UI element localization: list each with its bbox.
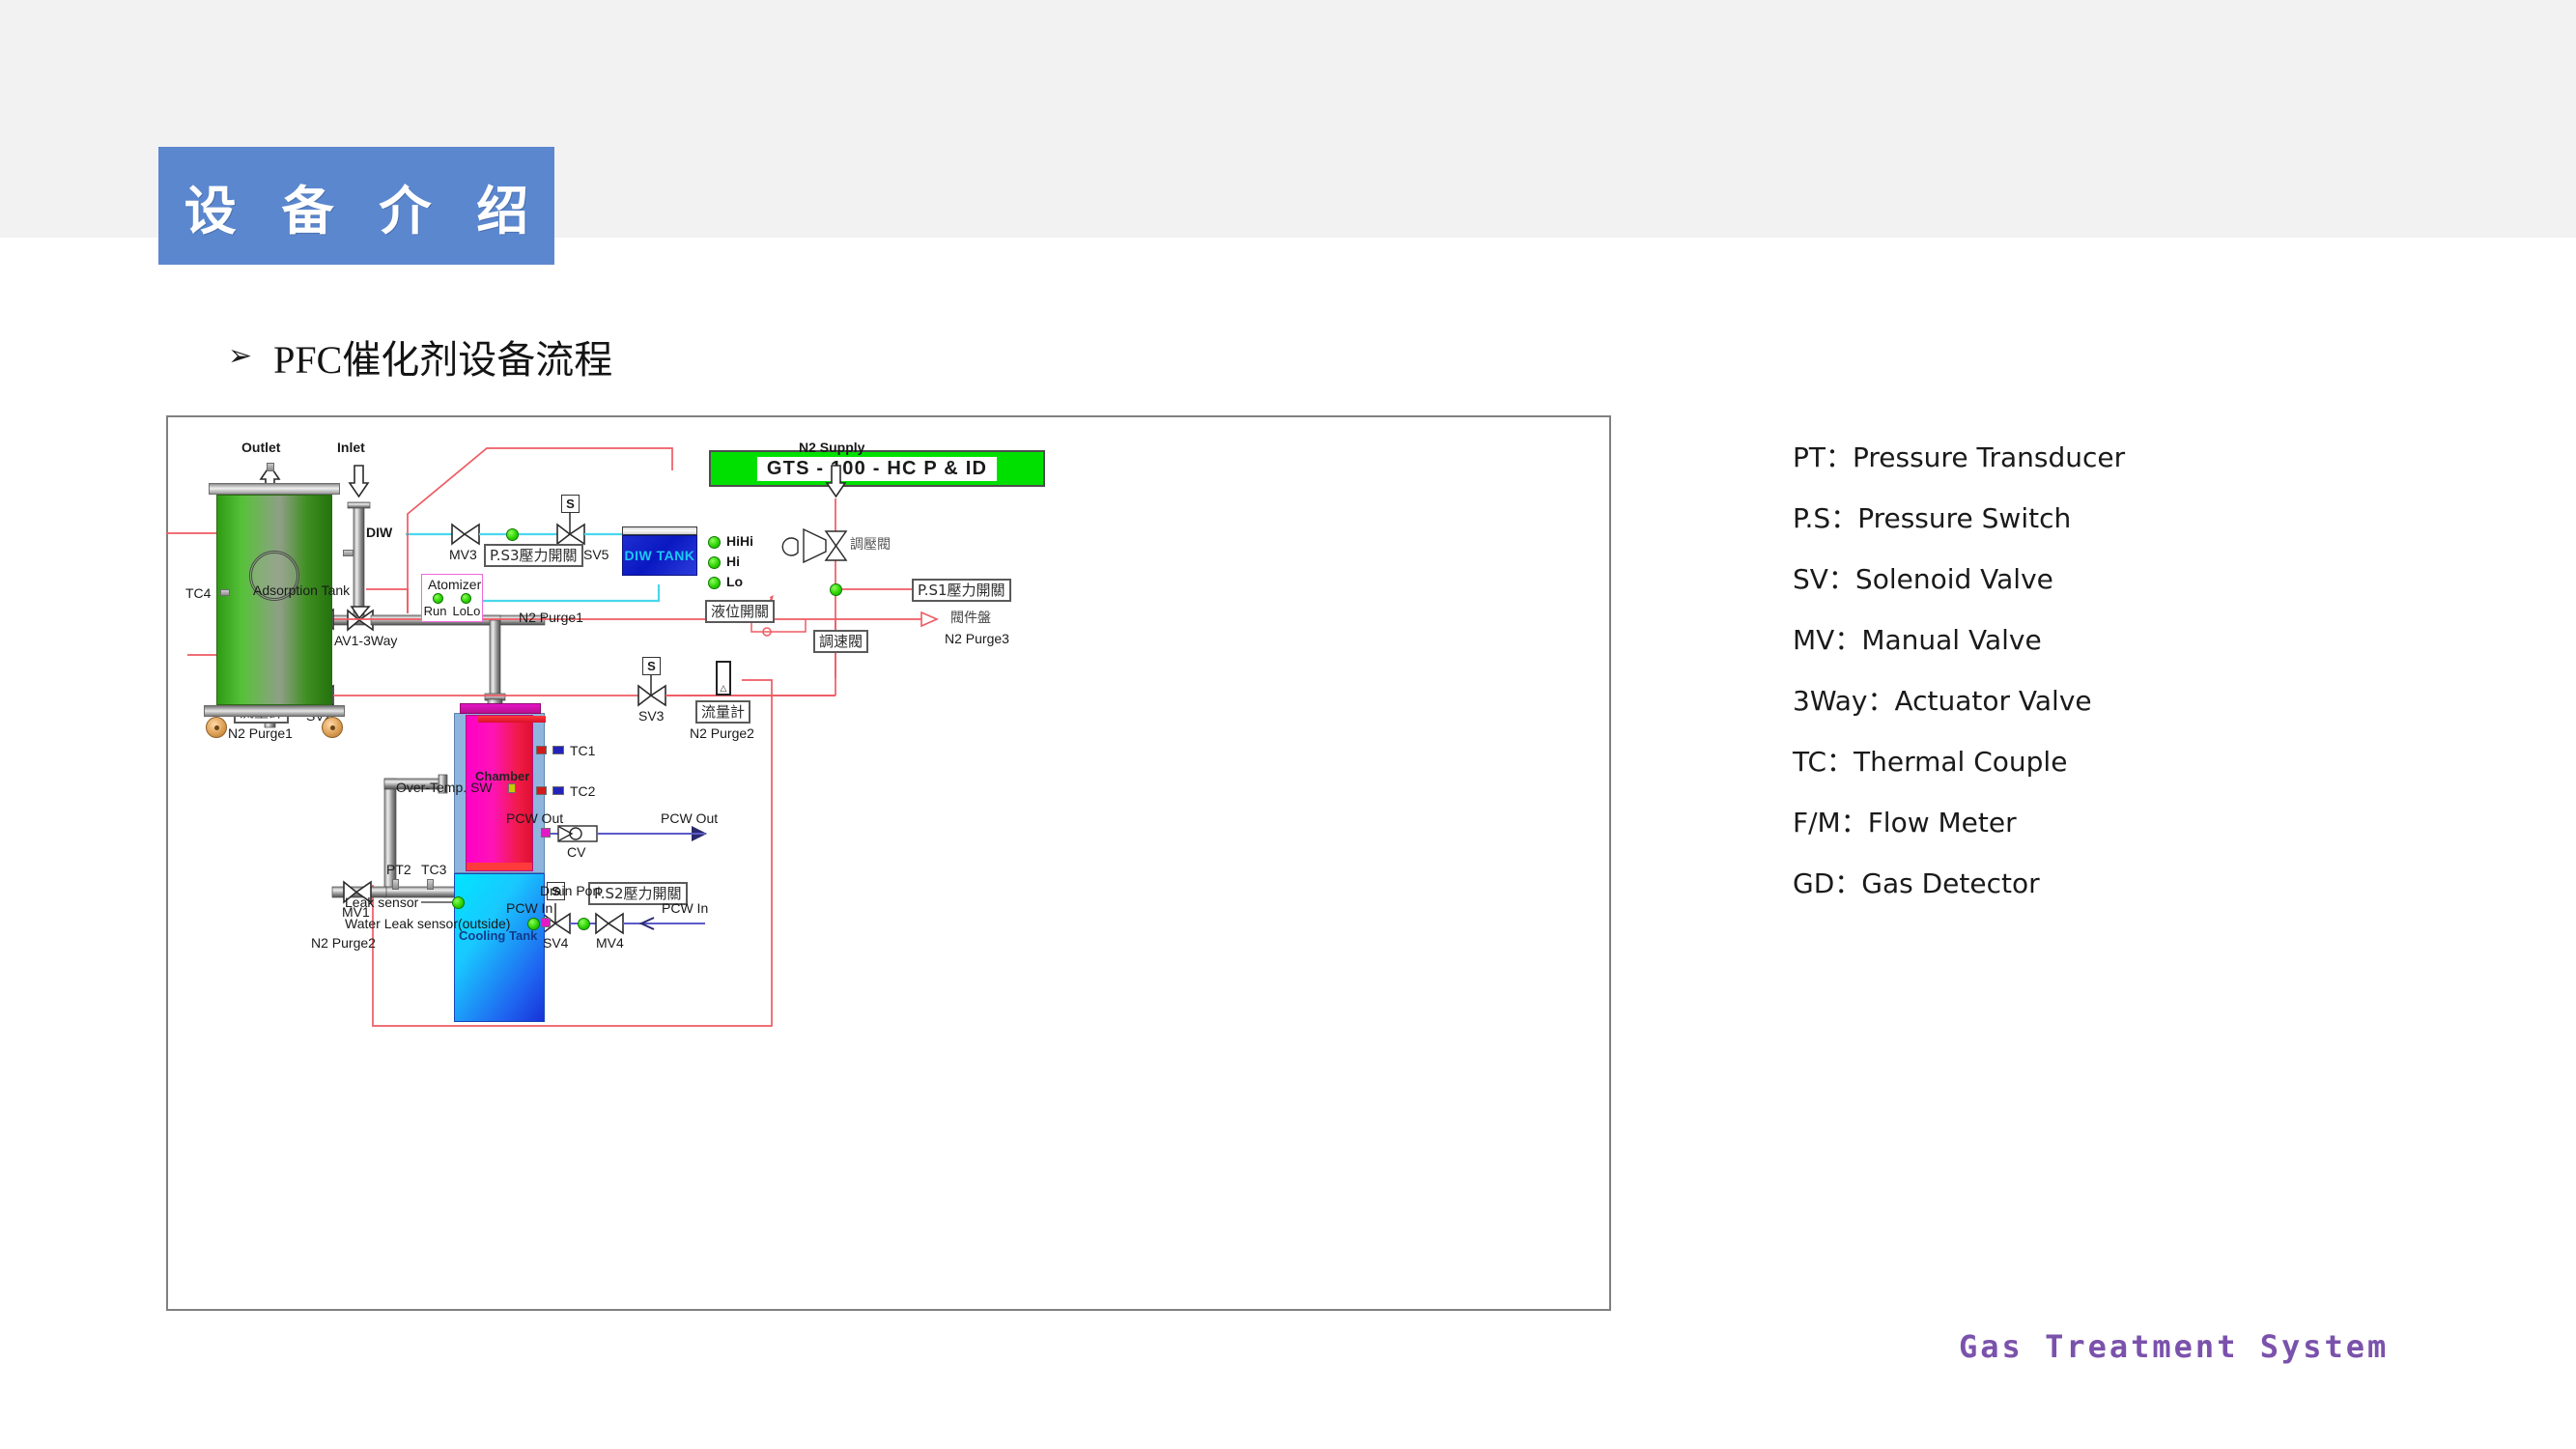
label-n2-purge1-line: N2 Purge1 [519,610,583,625]
label-diw: DIW [366,525,393,540]
legend-list: PT：Pressure Transducer P.S：Pressure Swit… [1793,437,2125,923]
tag-flow-meter-2: 流量計 [695,700,751,724]
lamp-ps1 [830,583,842,596]
label-tc2: TC2 [570,783,596,799]
label-lo: Lo [726,574,744,589]
label-water-leak-sensor: Water Leak sensor(outside) [345,916,511,931]
lamp-atomizer-lolo [461,593,471,605]
label-tc1: TC1 [570,743,596,758]
label-inlet: Inlet [337,440,365,455]
legend-item: 3Way：Actuator Valve [1793,685,2092,717]
cooling-tank-body [454,873,545,1022]
label-leak-sensor: Leak sensor [345,895,419,910]
label-mv4: MV4 [596,935,624,951]
label-atomizer-run: Run [423,604,447,619]
lamp-hi [708,556,721,569]
tap-over-temp-sw [508,783,516,793]
pid-diagram-frame: GTS - 100 - HC P & ID Outlet Inlet AV1-3… [166,415,1611,1311]
lamp-leak-sensor [452,896,465,909]
label-adsorption-tank: Adsorption Tank [253,582,351,598]
label-sv3: SV3 [638,708,665,724]
label-n2-purge2-bottom: N2 Purge2 [311,935,376,951]
label-hi: Hi [726,554,740,569]
tag-level-switch: 液位開關 [705,600,776,624]
chamber-cap [460,703,541,714]
diw-tank-lid [622,526,697,535]
lamp-atomizer-run [433,593,443,605]
tap-tc3 [427,879,434,890]
label-pt2: PT2 [386,862,411,877]
chamber-inner-base [467,863,532,870]
label-pcw-out-line: PCW Out [661,810,719,826]
label-drain-port: Drain Port [540,883,602,898]
diw-tank-label: DIW TANK [624,548,695,563]
label-mv3: MV3 [449,547,477,562]
section-title-chip: 设 备 介 绍 [158,147,554,265]
label-tc4: TC4 [185,585,212,601]
tap-tc1 [552,746,564,754]
label-pcw-out-port: PCW Out [506,810,564,826]
lamp-ps2 [578,918,590,930]
lamp-diw-line [506,528,519,541]
section-title-text: 设 备 介 绍 [184,180,543,242]
tag-ps1: P.S1壓力開關 [912,579,1011,603]
lamp-hihi [708,536,721,549]
label-regulator: 調壓閥 [850,536,891,552]
bullet-arrow-icon: ➢ [228,339,253,373]
atomizer-panel: Atomizer Run LoLo [421,574,483,623]
bullet-label: PFC催化剂设备流程 [273,338,613,382]
tag-ps3: P.S3壓力開關 [484,544,583,568]
legend-item: TC：Thermal Couple [1793,746,2068,778]
lamp-lo [708,577,721,589]
legend-item: GD：Gas Detector [1793,867,2040,899]
label-valve-panel: 閥件盤 [950,610,991,625]
diw-tank: DIW TANK [622,526,697,576]
legend-item: PT：Pressure Transducer [1793,441,2126,473]
label-tc3: TC3 [421,862,447,877]
adsorption-tank-nozzle [267,463,274,471]
tap-tc1-inner [536,746,547,754]
caster-right [322,717,343,738]
diw-tank-body: DIW TANK [622,535,697,576]
bullet-row: ➢ PFC催化剂设备流程 [228,328,612,384]
tap-pcw-out [541,828,551,838]
chamber-inner-cap [478,716,546,723]
tap-pt2 [392,879,399,890]
adsorption-tank-lid [209,483,340,495]
solenoid-box-sv5: S [561,495,580,513]
label-pcw-in-port: PCW In [506,900,553,916]
label-outlet: Outlet [241,440,281,455]
lamp-water-leak-sensor [527,918,540,930]
cooling-tank: Cooling Tank [454,873,545,1022]
adsorption-tank-base [204,705,345,717]
tap-tc4 [220,589,230,596]
flow-meter-n2-purge2: △ [716,661,731,696]
caster-left [206,717,227,738]
adsorption-tank [204,463,345,738]
tag-speed-valve: 調速閥 [813,630,869,654]
atomizer-title: Atomizer [428,577,482,592]
label-hihi: HiHi [726,533,753,549]
label-over-temp-sw: Over-Temp. SW [396,780,493,795]
legend-item: MV：Manual Valve [1793,624,2042,656]
label-n2-supply: N2 Supply [799,440,865,455]
label-sv5: SV5 [583,547,609,562]
legend-item: P.S：Pressure Switch [1793,502,2072,534]
label-cv: CV [567,844,586,860]
label-n2-purge2-fm: N2 Purge2 [690,725,754,741]
legend-item: SV：Solenoid Valve [1793,563,2053,595]
tap-pcw-in [541,918,551,927]
label-n2-purge3: N2 Purge3 [945,631,1009,646]
footer-wordmark: Gas Treatment System [1959,1328,2390,1365]
label-sv4: SV4 [543,935,569,951]
tap-tc2-inner [536,786,547,795]
legend-item: F/M：Flow Meter [1793,807,2017,838]
solenoid-box-sv3: S [642,657,661,675]
label-pcw-in-line: PCW In [662,900,709,916]
tap-tc2 [552,786,564,795]
label-atomizer-lolo: LoLo [452,604,481,619]
